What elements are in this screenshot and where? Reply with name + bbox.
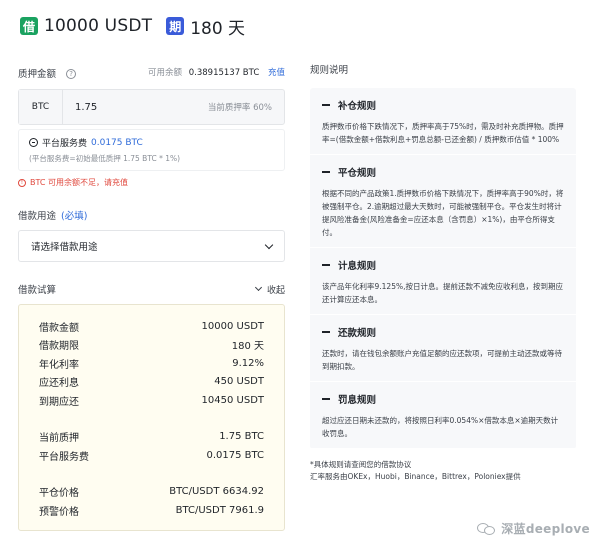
loan-header: 借 10000 USDT 期 180 天 [20,14,246,39]
rules-panel: 规则说明 补仓规则质押数币价格下跌情况下，质押率高于75%时，需及时补充质押物。… [310,62,576,483]
calc-row-label: 平台服务费 [39,451,89,463]
fee-note: (平台服务费=初始最低质押 1.75 BTC * 1%) [29,154,181,163]
available-balance: 可用余额 0.38915137 BTC 充值 [148,66,285,78]
collapse-button[interactable]: 收起 [254,283,285,296]
loan-term: 180 天 [190,18,246,39]
rule-body: 根据不同的产品政策1.质押数币价格下跌情况下，质押率高于90%时，将被强制平仓。… [322,189,564,237]
calc-row-label: 当前质押 [39,433,79,445]
calc-row-label: 借款期限 [39,341,79,353]
rule-body: 该产品年化利率9.125%,按日计息。提前还款不减免应收利息，按到期应还计算应还… [322,282,563,304]
calc-row-label: 应还利息 [39,378,79,390]
dash-icon [322,398,330,400]
loan-tag: 借 [20,17,38,35]
rate-provider-note: 汇率服务由OKEx，Huobi，Binance，Bittrex，Poloniex… [310,472,521,481]
available-value: 0.38915137 BTC [188,67,260,78]
calc-header: 借款试算 收起 [18,282,285,296]
rule-title-text: 平仓规则 [338,168,377,179]
collateral-input[interactable]: BTC 1.75 当前质押率 60% [18,89,285,125]
wechat-icon [477,521,497,537]
rule-title-text: 补仓规则 [338,101,377,112]
calc-title: 借款试算 [18,285,57,296]
collapse-label: 收起 [266,285,285,296]
dash-icon [322,331,330,333]
rules-title: 规则说明 [310,65,349,76]
rule-body: 还款时，请在钱包余额账户充值足额的应还款项，可提前主动还款或等待到期扣款。 [322,349,562,371]
calc-row-value: 180 天 [231,341,264,353]
purpose-select[interactable]: 请选择借款用途 [18,230,285,262]
rule-title-text: 计息规则 [338,261,377,272]
warning-icon: ! [18,178,26,187]
recharge-link[interactable]: 充值 [268,68,285,78]
warning-text: BTC 可用余额不足，请充值 [30,178,129,187]
calc-row-value: 9.12% [232,357,264,369]
rule-title: 计息规则 [322,258,564,272]
collateral-label: 质押金额 [18,69,57,80]
purpose-label: 借款用途 (必填) [18,208,285,222]
calc-row-value: BTC/USDT 7961.9 [175,504,264,516]
calc-row: 平台服务费 0.0175 BTC [39,446,264,465]
collateral-amount-field[interactable]: 1.75 [63,102,208,113]
rules-list: 补仓规则质押数币价格下跌情况下，质押率高于75%时，需及时补充质押物。质押率=(… [310,88,576,449]
purpose-placeholder: 请选择借款用途 [31,242,98,253]
calc-row: 应还利息 450 USDT [39,373,264,392]
dash-icon [322,104,330,106]
watermark-text: 深蓝deeplove [501,522,590,536]
dash-icon [322,264,330,266]
calc-row-value: 1.75 BTC [219,431,264,443]
rule-item: 补仓规则质押数币价格下跌情况下，质押率高于75%时，需及时补充质押物。质押率=(… [310,88,576,155]
calc-row: 当前质押 1.75 BTC [39,428,264,447]
collateral-header: 质押金额 ? 可用余额 0.38915137 BTC 充值 [18,62,285,81]
chevron-down-icon [264,240,274,249]
calc-row: 平仓价格 BTC/USDT 6634.92 [39,483,264,502]
balance-warning: ! BTC 可用余额不足，请充值 [18,177,285,188]
platform-fee-box: 平台服务费 0.0175 BTC (平台服务费=初始最低质押 1.75 BTC … [18,129,285,171]
fee-label: 平台服务费 [42,139,88,149]
rule-item: 还款规则还款时，请在钱包余额账户充值足额的应还款项，可提前主动还款或等待到期扣款… [310,315,576,382]
current-pledge-rate: 当前质押率 60% [207,103,272,113]
purpose-label-text: 借款用途 [18,211,57,222]
rule-title: 平仓规则 [322,165,564,179]
watermark: 深蓝deeplove [477,520,590,537]
help-icon[interactable]: ? [66,69,77,79]
rule-body: 质押数币价格下跌情况下，质押率高于75%时，需及时补充质押物。质押率=(借款金额… [322,122,564,144]
calc-box: 借款金额 10000 USDT 借款期限 180 天年化利率 9.12% 应还利息 450 … [18,304,285,531]
calc-row-value: BTC/USDT 6634.92 [169,486,264,498]
rules-footnote: *具体规则请查阅您的借款协议 汇率服务由OKEx，Huobi，Binance，B… [310,459,576,483]
rule-title: 补仓规则 [322,98,564,112]
rule-item: 平仓规则根据不同的产品政策1.质押数币价格下跌情况下，质押率高于90%时，将被强… [310,155,576,248]
coin-icon [29,138,38,147]
fee-value: 0.0175 BTC [91,137,143,148]
rule-title-text: 罚息规则 [338,395,377,406]
rule-title-text: 还款规则 [338,328,377,339]
calc-row: 借款期限 180 天 [39,336,264,355]
calc-row-value: 450 USDT [214,376,264,388]
calc-row: 年化利率 9.12% [39,354,264,373]
collateral-unit: BTC [19,90,63,124]
calc-row: 到期应还 10450 USDT [39,391,264,410]
rule-title: 罚息规则 [322,392,564,406]
loan-form: 质押金额 ? 可用余额 0.38915137 BTC 充值 BTC 1.75 当… [18,62,285,531]
rule-body: 超过应还日期未还款的，将按照日利率0.054%×借款本息×逾期天数计收罚息。 [322,416,559,438]
rule-item: 罚息规则超过应还日期未还款的，将按照日利率0.054%×借款本息×逾期天数计收罚… [310,382,576,449]
rule-item: 计息规则该产品年化利率9.125%,按日计息。提前还款不减免应收利息，按到期应还… [310,248,576,315]
agreement-note: *具体规则请查阅您的借款协议 [310,460,412,469]
chevron-down-icon [254,283,263,292]
rule-title: 还款规则 [322,325,564,339]
term-tag: 期 [166,17,185,35]
calc-row-label: 平仓价格 [39,488,79,500]
dash-icon [322,171,330,173]
calc-row-label: 预警价格 [39,506,79,518]
calc-row-label: 借款金额 [39,322,79,334]
calc-row-value: 0.0175 BTC [206,449,264,461]
available-label: 可用余额 [148,67,183,78]
calc-row-label: 年化利率 [39,359,79,371]
calc-row-value: 10450 USDT [201,394,264,406]
calc-row-value: 10000 USDT [201,320,264,332]
loan-amount: 10000 USDT [44,16,153,36]
calc-row: 借款金额 10000 USDT [39,317,264,336]
calc-row: 预警价格 BTC/USDT 7961.9 [39,501,264,520]
calc-row-label: 到期应还 [39,396,79,408]
required-marker: (必填) [61,211,88,222]
